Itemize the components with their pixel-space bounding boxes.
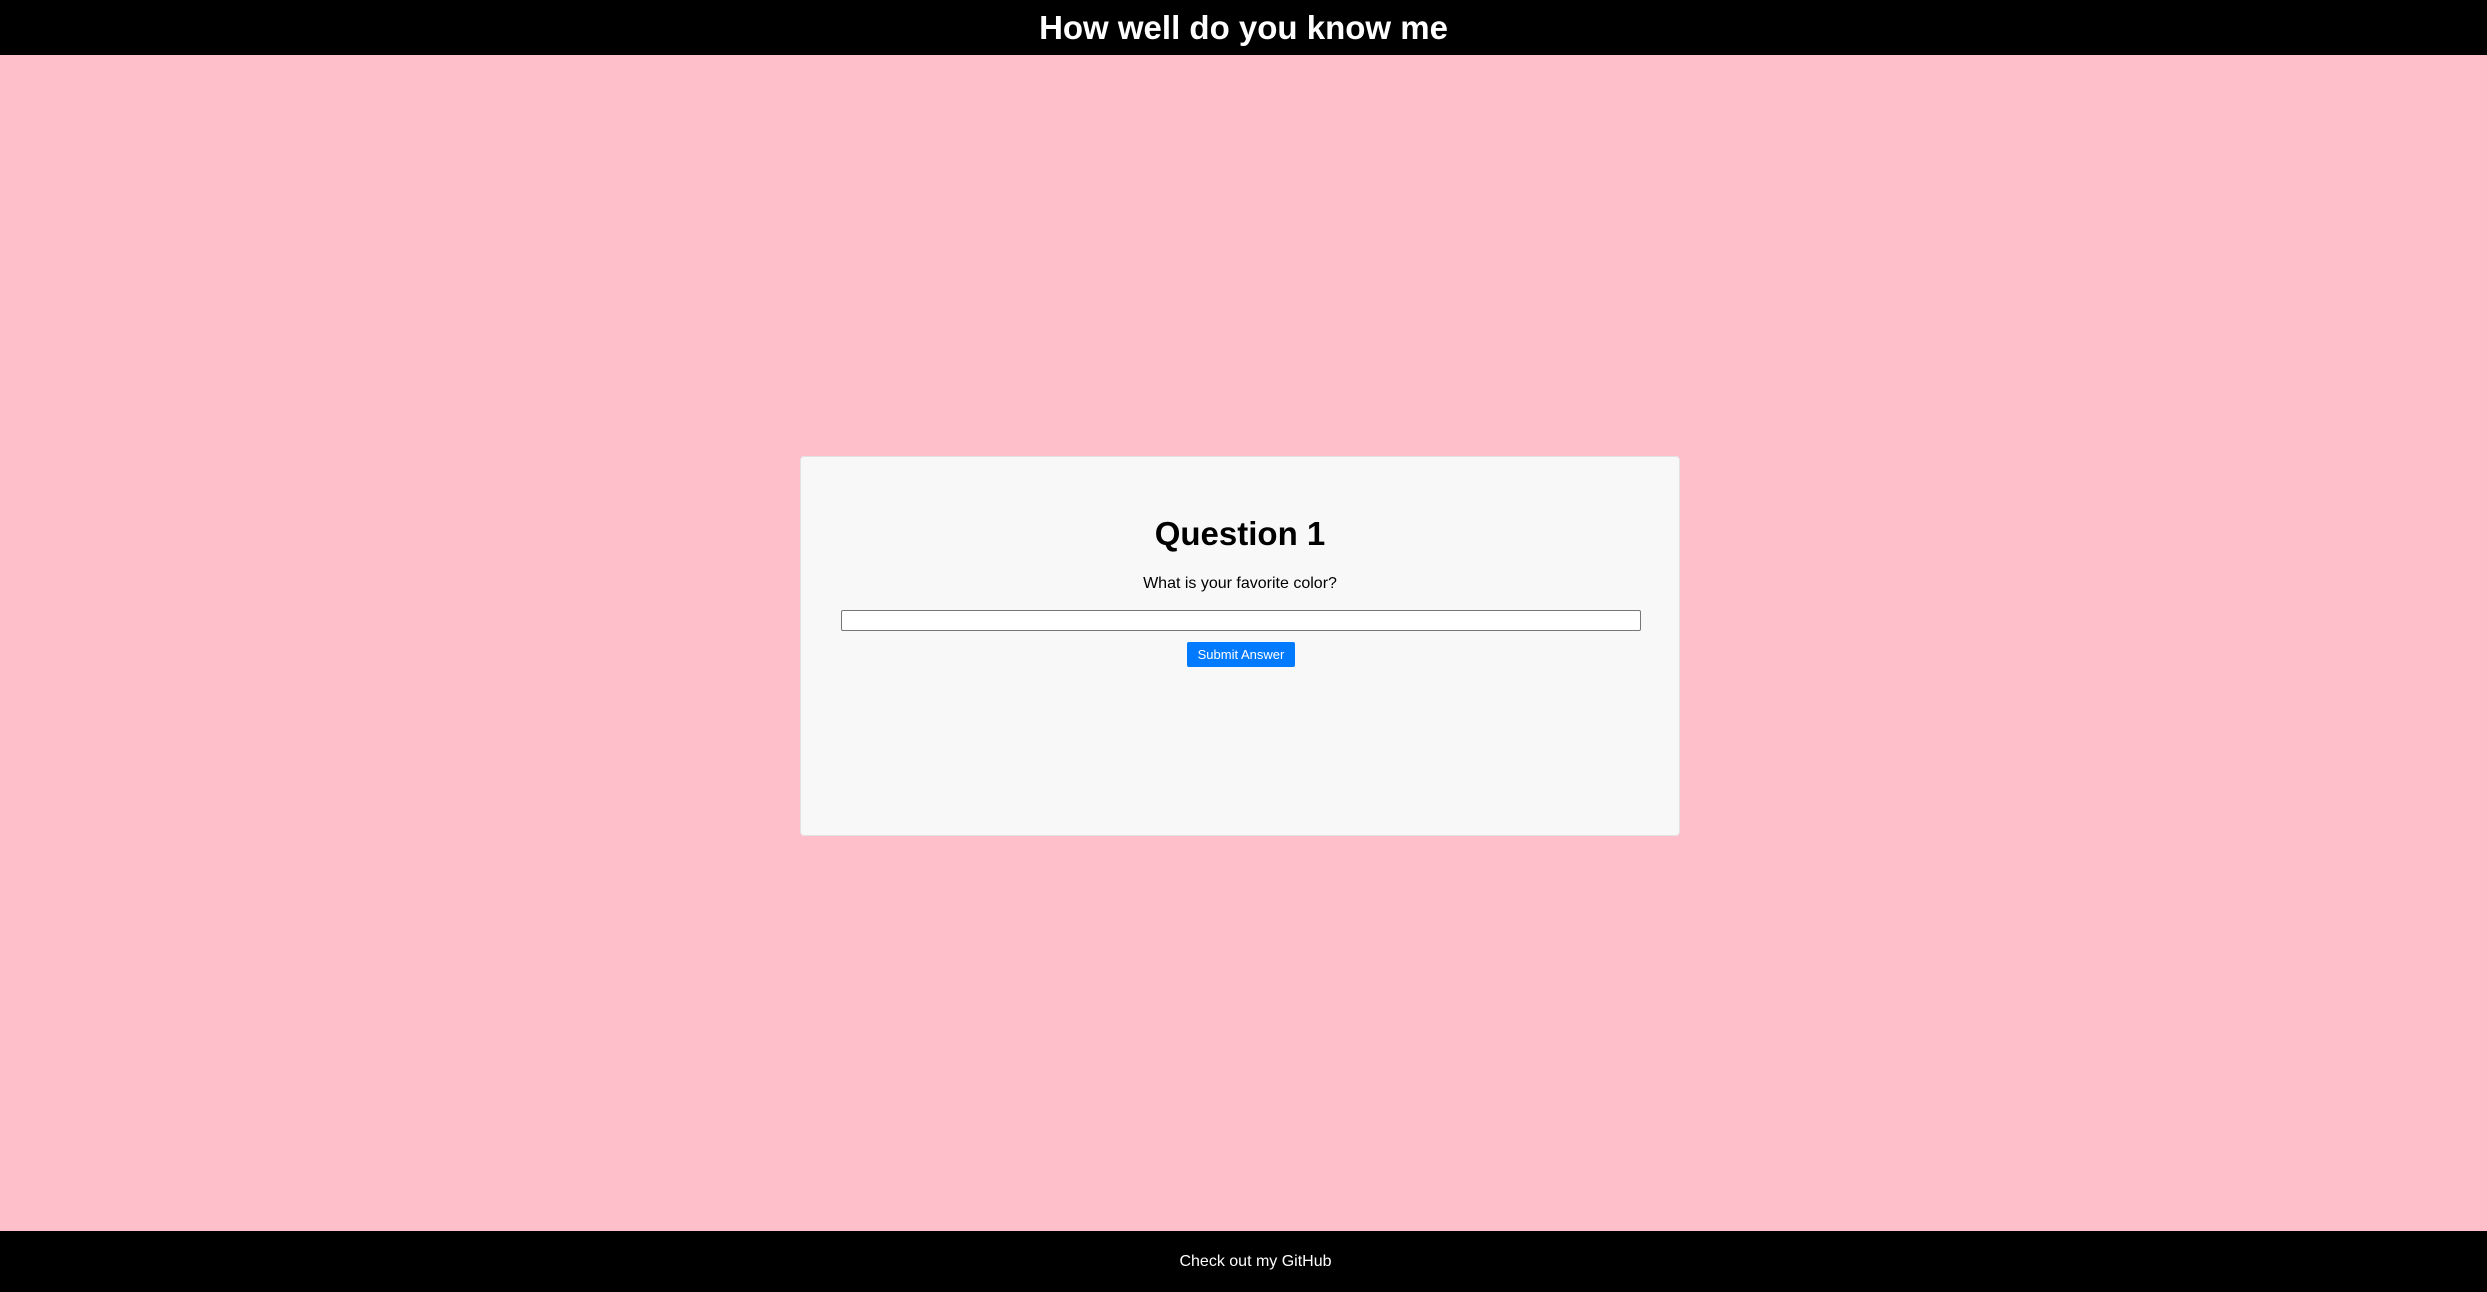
footer-bar: Check out my GitHub bbox=[0, 1231, 2487, 1292]
top-bar: How well do you know me bbox=[0, 0, 2487, 55]
github-link[interactable]: Check out my GitHub bbox=[1179, 1253, 1331, 1271]
site-title: How well do you know me bbox=[1039, 8, 1448, 46]
question-card: Question 1 What is your favorite color? … bbox=[800, 456, 1680, 836]
question-title: Question 1 bbox=[1154, 515, 1326, 552]
question-text: What is your favorite color? bbox=[1143, 575, 1337, 592]
answer-input[interactable] bbox=[841, 610, 1641, 631]
submit-answer-button[interactable]: Submit Answer bbox=[1187, 642, 1295, 667]
